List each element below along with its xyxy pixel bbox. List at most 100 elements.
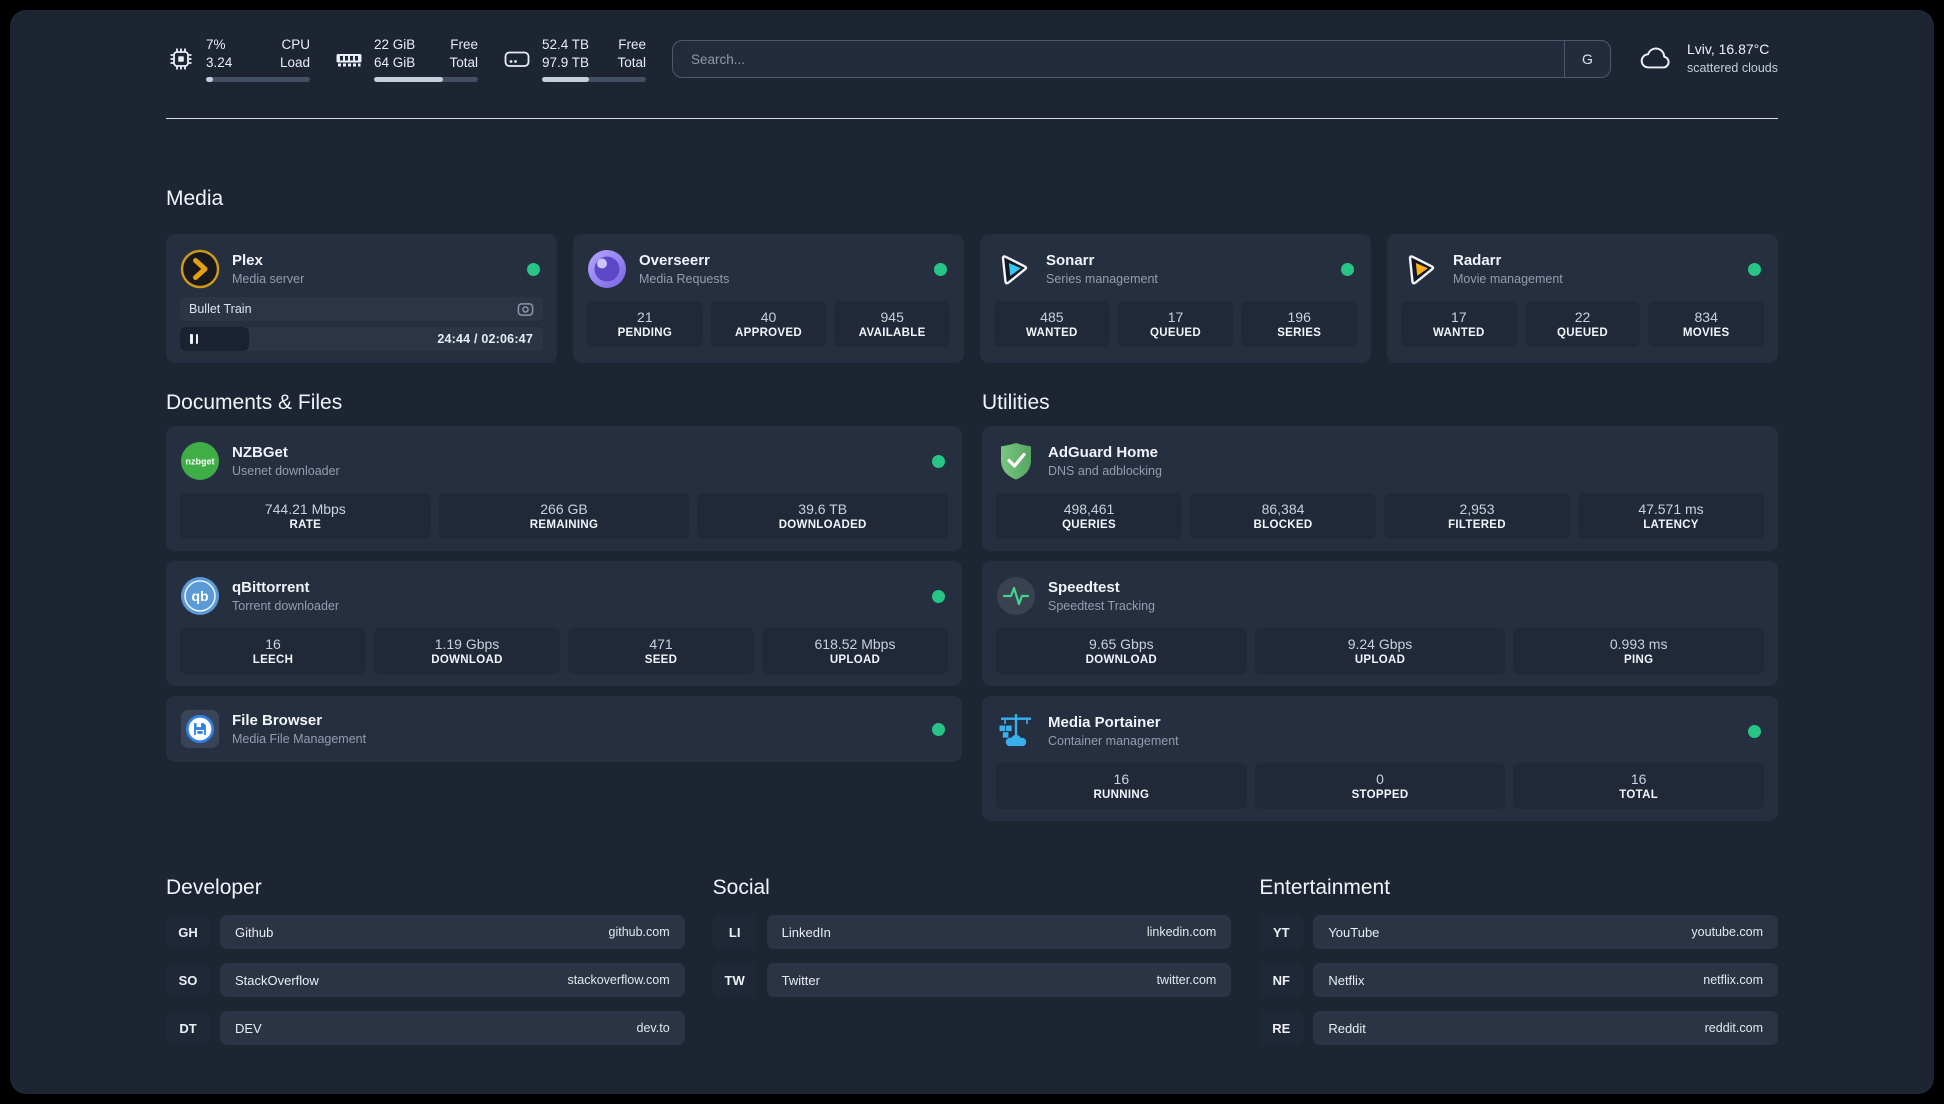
- status-dot: [932, 454, 945, 468]
- weather-location-temp: Lviv, 16.87°C: [1686, 41, 1770, 58]
- portainer-link[interactable]: Media Portainer Container management: [996, 709, 1764, 753]
- stat-value: 9.65 Gbps: [1089, 636, 1154, 652]
- plex-playback-bar: 24:44 / 02:06:47: [180, 327, 543, 351]
- stat-label: TOTAL: [1619, 789, 1659, 801]
- stat-tile: 21 PENDING: [587, 301, 703, 347]
- stat-label: DOWNLOAD: [1085, 654, 1158, 666]
- stat-value: 485: [1040, 309, 1064, 325]
- speedtest-link[interactable]: Speedtest Speedtest Tracking: [996, 574, 1764, 618]
- stat-label: PENDING: [617, 327, 673, 339]
- stat-tile: 471 SEED: [568, 628, 754, 674]
- stat-value: 21: [637, 309, 653, 325]
- section-title-developer: Developer: [166, 876, 262, 899]
- bookmark-github[interactable]: GH Github github.com: [166, 915, 685, 949]
- stat-value: 945: [880, 309, 904, 325]
- filebrowser-icon: [180, 709, 220, 749]
- overseerr-icon: [588, 250, 626, 288]
- stat-label: STOPPED: [1351, 789, 1409, 801]
- radarr-link[interactable]: Radarr Movie management: [1401, 247, 1764, 291]
- service-desc: Media File Management: [232, 731, 367, 746]
- stat-label: QUEUED: [1557, 327, 1609, 339]
- stat-tile: 17 QUEUED: [1117, 301, 1234, 347]
- stat-label: BLOCKED: [1253, 519, 1313, 531]
- stat-tile: 40 APPROVED: [710, 301, 827, 347]
- portainer-card: Media Portainer Container management 16 …: [982, 696, 1778, 821]
- memory-total-label: Total: [449, 55, 478, 70]
- bookmark-netflix[interactable]: NF Netflix netflix.com: [1259, 963, 1778, 997]
- status-dot: [527, 262, 540, 276]
- sonarr-link[interactable]: Sonarr Series management: [994, 247, 1357, 291]
- stat-value: 16: [265, 636, 281, 652]
- bookmark-twitter[interactable]: TW Twitter twitter.com: [712, 963, 1232, 997]
- bookmark-linkedin[interactable]: LI LinkedIn linkedin.com: [712, 915, 1232, 949]
- stat-value: 834: [1694, 309, 1718, 325]
- service-desc: Series management: [1046, 271, 1158, 286]
- plex-link[interactable]: Plex Media server: [180, 247, 543, 291]
- stat-tile: 9.24 Gbps UPLOAD: [1254, 628, 1506, 674]
- service-title: Overseerr: [639, 252, 710, 270]
- bookmark-abbr: GH: [166, 915, 210, 949]
- stat-label: WANTED: [1433, 327, 1485, 339]
- bookmark-name: Reddit: [1328, 1020, 1366, 1036]
- cpu-usage-value: 7%: [206, 37, 226, 53]
- plex-now-playing: Bullet Train: [180, 297, 543, 321]
- stat-label: RUNNING: [1093, 789, 1150, 801]
- radarr-icon: [1408, 255, 1435, 285]
- weather-widget[interactable]: Lviv, 16.87°C scattered clouds: [1637, 40, 1778, 77]
- stat-label: WANTED: [1026, 327, 1078, 339]
- stat-value: 1.19 Gbps: [434, 636, 500, 652]
- bookmark-abbr: SO: [166, 963, 210, 997]
- bookmark-dev[interactable]: DT DEV dev.to: [166, 1011, 685, 1045]
- radarr-card: Radarr Movie management 17 WANTED 22 QUE…: [1387, 234, 1778, 363]
- bookmark-name: YouTube: [1328, 924, 1380, 940]
- system-metrics: 7% 3.24 CPU Load 22 GiB 64 GiB Free Tota…: [166, 36, 646, 82]
- bookmark-url: youtube.com: [1691, 925, 1763, 939]
- search-input[interactable]: [673, 41, 1564, 77]
- service-desc: Movie management: [1453, 271, 1563, 286]
- nzbget-link[interactable]: nzbget NZBGet Usenet downloader: [180, 439, 948, 483]
- search-provider-button[interactable]: G: [1563, 41, 1610, 77]
- stat-value: 471: [649, 636, 673, 652]
- status-dot: [1748, 724, 1761, 738]
- filebrowser-link[interactable]: File Browser Media File Management: [180, 708, 948, 750]
- stat-tile: 16 TOTAL: [1513, 763, 1765, 809]
- stat-value: 618.52 Mbps: [814, 636, 896, 652]
- stat-label: LATENCY: [1643, 519, 1699, 531]
- bookmark-youtube[interactable]: YT YouTube youtube.com: [1259, 915, 1778, 949]
- top-bar: 7% 3.24 CPU Load 22 GiB 64 GiB Free Tota…: [166, 36, 1778, 82]
- stat-value: 22: [1574, 309, 1591, 325]
- pause-icon: [190, 334, 198, 344]
- stat-value: 9.24 Gbps: [1347, 636, 1413, 652]
- bookmark-stackoverflow[interactable]: SO StackOverflow stackoverflow.com: [166, 963, 685, 997]
- disk-total-value: 97.9 TB: [542, 55, 590, 70]
- nzbget-card: nzbget NZBGet Usenet downloader 744.21 M…: [166, 426, 962, 551]
- bookmark-reddit[interactable]: RE Reddit reddit.com: [1259, 1011, 1778, 1045]
- bookmark-name: Netflix: [1328, 972, 1365, 988]
- bookmark-url: twitter.com: [1156, 973, 1217, 987]
- stat-label: QUERIES: [1062, 519, 1116, 531]
- stat-tile: 1.19 Gbps DOWNLOAD: [374, 628, 560, 674]
- stat-value: 744.21 Mbps: [264, 501, 346, 517]
- stat-label: REMAINING: [529, 519, 599, 531]
- stat-tile: 0 STOPPED: [1254, 763, 1506, 809]
- status-dot: [932, 722, 945, 736]
- disk-free-label: Free: [618, 37, 646, 53]
- stat-value: 16: [1113, 771, 1130, 787]
- qbittorrent-icon: qb: [181, 577, 219, 615]
- stat-tile: 945 AVAILABLE: [834, 301, 951, 347]
- portainer-icon: [999, 714, 1031, 747]
- bookmark-url: stackoverflow.com: [567, 973, 670, 987]
- bookmark-abbr: DT: [166, 1011, 210, 1045]
- cpu-progress-bar: [206, 76, 310, 82]
- stat-tile: 266 GB REMAINING: [438, 493, 690, 539]
- qbittorrent-link[interactable]: qb qBittorrent Torrent downloader: [180, 574, 948, 618]
- bookmark-url: github.com: [608, 925, 670, 939]
- service-desc: Torrent downloader: [232, 598, 340, 613]
- developer-group: Developer GH Github github.com SO StackO…: [166, 874, 685, 1045]
- adguard-link[interactable]: AdGuard Home DNS and adblocking: [996, 439, 1764, 483]
- qbittorrent-card: qb qBittorrent Torrent downloader 16 LEE…: [166, 561, 962, 686]
- service-title: NZBGet: [232, 444, 288, 462]
- stat-value: 40: [760, 309, 777, 325]
- overseerr-link[interactable]: Overseerr Media Requests: [587, 247, 950, 291]
- bookmark-abbr: YT: [1259, 915, 1304, 949]
